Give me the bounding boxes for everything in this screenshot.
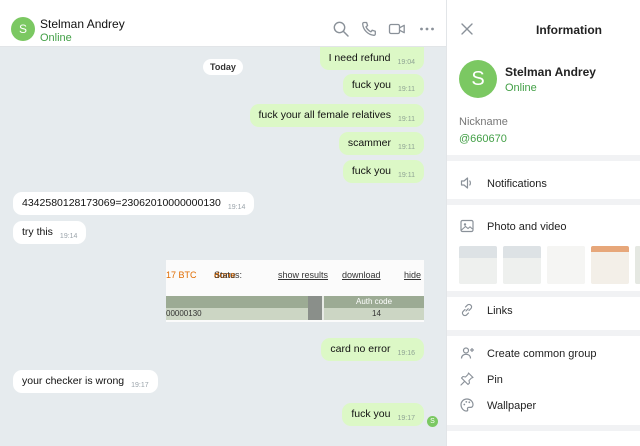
message-text: 4342580128173069=23062010000000130 — [22, 197, 221, 209]
wallpaper-item[interactable]: Wallpaper — [459, 397, 639, 415]
links-item[interactable]: Links — [459, 302, 639, 320]
search-icon[interactable] — [332, 20, 350, 38]
media-thumbnail[interactable] — [547, 246, 585, 284]
pin-icon — [459, 371, 475, 390]
message-text: fuck you — [351, 79, 391, 91]
media-thumbnail[interactable] — [591, 246, 629, 284]
message-time: 19:11 — [398, 144, 415, 151]
notifications-label: Notifications — [487, 178, 547, 190]
info-title: Information — [536, 23, 602, 37]
nickname-label: Nickname — [459, 116, 508, 128]
message-time: 19:17 — [397, 415, 415, 422]
message-time: 19:04 — [397, 59, 415, 66]
pin-label: Pin — [487, 374, 503, 386]
palette-icon — [459, 397, 475, 416]
message-text: fuck you — [351, 408, 391, 420]
add-group-icon — [459, 345, 475, 364]
section-divider — [447, 425, 640, 431]
message-bubble[interactable]: your checker is wrong 19:17 — [13, 370, 158, 393]
video-call-icon[interactable] — [388, 20, 406, 38]
speaker-icon — [459, 175, 475, 194]
links-label: Links — [487, 305, 513, 317]
message-text: I need refund — [328, 52, 391, 64]
message-bubble[interactable]: scammer 19:11 — [338, 132, 424, 155]
notifications-item[interactable]: Notifications — [459, 175, 639, 193]
close-icon[interactable] — [460, 22, 474, 36]
phone-icon[interactable] — [360, 20, 378, 38]
chat-header: S Stelman Andrey Online — [0, 0, 446, 47]
message-text: scammer — [347, 137, 391, 149]
message-bubble[interactable]: fuck you 19:11 — [342, 74, 424, 97]
message-time: 19:11 — [398, 86, 415, 93]
media-thumbnails — [459, 246, 640, 284]
screenshot-image[interactable]: 17 BTC Status: done show results downloa… — [166, 260, 424, 322]
contact-avatar[interactable]: S — [11, 17, 35, 41]
message-bubble[interactable]: try this 19:14 — [13, 221, 87, 244]
nickname-value[interactable]: @660670 — [459, 133, 507, 145]
message-text: fuck your all female relatives — [258, 109, 391, 121]
message-bubble[interactable]: I need refund 19:04 — [319, 47, 424, 70]
info-panel: Information S Stelman Andrey Online Nick… — [446, 0, 640, 446]
profile-name: Stelman Andrey — [505, 65, 596, 79]
message-bubble[interactable]: fuck you 19:17 — [342, 403, 424, 426]
message-text: your checker is wrong — [22, 375, 125, 387]
message-time: 19:14 — [59, 233, 78, 240]
photo-video-item[interactable]: Photo and video — [459, 218, 639, 236]
message-bubble[interactable]: fuck your all female relatives 19:11 — [249, 104, 424, 127]
message-time: 19:14 — [227, 204, 246, 211]
screenshot-table-header: Auth code — [166, 296, 424, 308]
section-divider — [447, 330, 640, 336]
contact-name[interactable]: Stelman Andrey — [40, 17, 125, 31]
screenshot-column-divider — [322, 296, 324, 320]
message-time: 19:17 — [131, 382, 149, 389]
message-bubble[interactable]: 4342580128173069=23062010000000130 19:14 — [13, 192, 255, 215]
screenshot-cell-code: 14 — [372, 309, 381, 318]
create-group-item[interactable]: Create common group — [459, 345, 639, 363]
message-time: 19:11 — [398, 172, 415, 179]
chat-scrollbar[interactable] — [441, 48, 445, 446]
media-thumbnail[interactable] — [459, 246, 497, 284]
wallpaper-label: Wallpaper — [487, 400, 537, 412]
section-divider — [447, 291, 640, 297]
screenshot-cell-number: 00000130 — [166, 309, 202, 318]
screenshot-show-results: show results — [278, 270, 329, 280]
date-separator: Today — [203, 59, 243, 75]
message-text: try this — [22, 226, 53, 238]
section-divider — [447, 155, 640, 161]
message-bubble[interactable]: card no error 19:16 — [321, 338, 424, 361]
message-bubble[interactable]: fuck you 19:11 — [342, 160, 424, 183]
screenshot-status-label: Status: — [214, 270, 243, 280]
screenshot-download: download — [342, 270, 381, 280]
profile-status: Online — [505, 82, 537, 94]
screenshot-column-divider — [308, 296, 322, 320]
create-group-label: Create common group — [487, 348, 597, 360]
screenshot-col-header: Auth code — [356, 297, 393, 306]
photo-video-label: Photo and video — [487, 221, 567, 233]
screenshot-amount: 17 BTC — [166, 270, 197, 280]
chat-panel: S Stelman Andrey Online Today I need ref… — [0, 0, 446, 446]
section-divider — [447, 199, 640, 205]
pin-item[interactable]: Pin — [459, 371, 639, 389]
read-receipt-avatar: S — [427, 416, 438, 427]
link-icon — [459, 302, 475, 321]
more-icon[interactable] — [418, 20, 436, 38]
message-text: fuck you — [351, 165, 391, 177]
image-icon — [459, 218, 475, 237]
message-text: card no error — [330, 343, 391, 355]
screenshot-toolbar: 17 BTC Status: done show results downloa… — [166, 270, 424, 286]
message-time: 19:16 — [397, 350, 415, 357]
media-thumbnail[interactable] — [635, 246, 640, 284]
screenshot-table-row: 00000130 14 — [166, 308, 424, 320]
message-time: 19:11 — [398, 116, 415, 123]
media-thumbnail[interactable] — [503, 246, 541, 284]
contact-status: Online — [40, 32, 72, 44]
screenshot-hide: hide — [404, 270, 422, 280]
profile-avatar[interactable]: S — [459, 60, 497, 98]
